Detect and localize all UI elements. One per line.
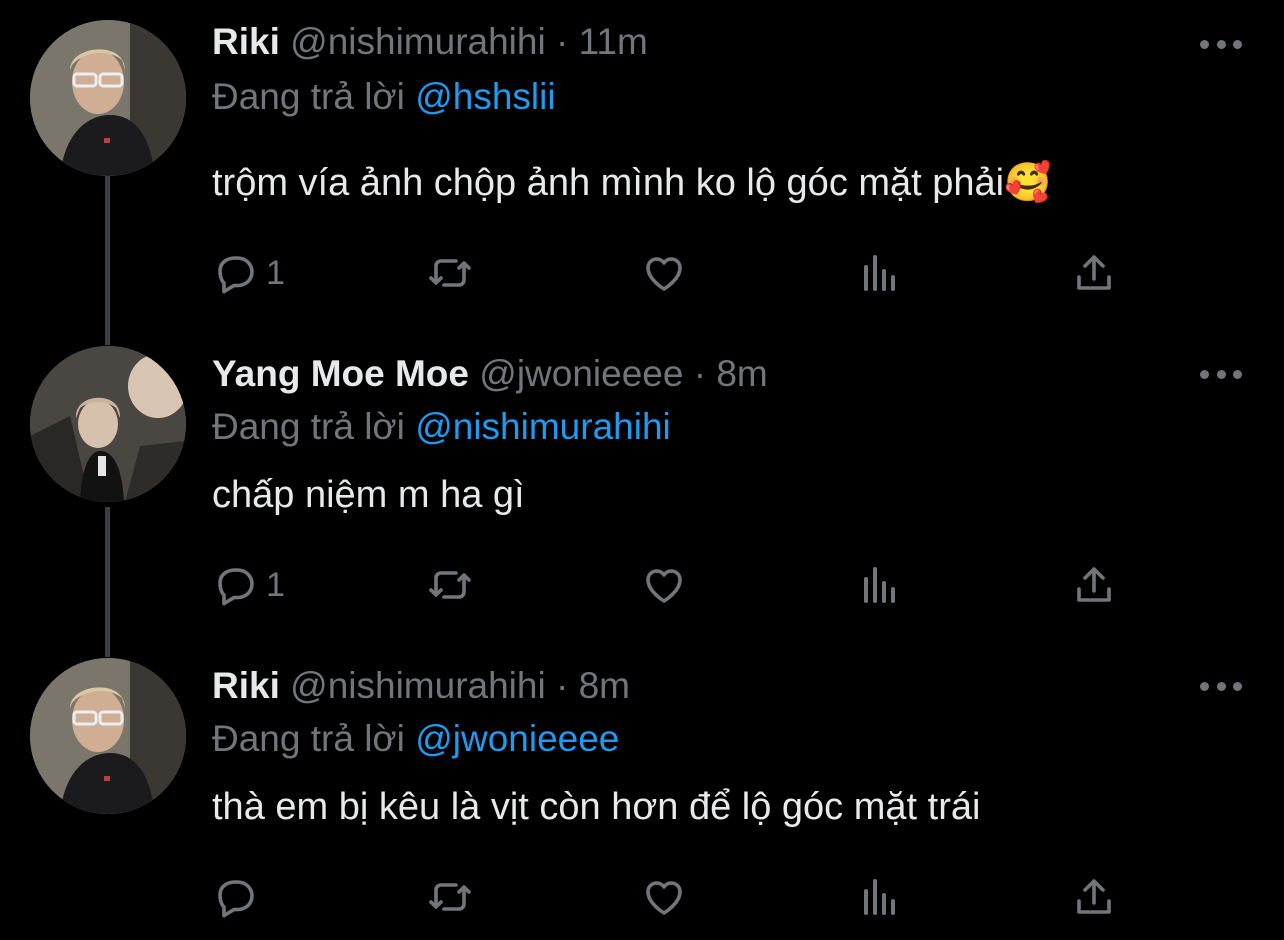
more-icon[interactable] (1200, 676, 1242, 696)
separator-dot: · (555, 665, 569, 706)
display-name[interactable]: Riki (212, 21, 280, 62)
avatar-image (30, 346, 186, 502)
views-icon (864, 879, 895, 915)
share-button[interactable] (1070, 560, 1118, 610)
reply-count: 1 (266, 565, 285, 604)
reply-prefix: Đang trả lời (212, 718, 405, 759)
user-handle[interactable]: @nishimurahihi (290, 665, 546, 706)
like-button[interactable] (640, 248, 688, 298)
retweet-icon (429, 883, 471, 911)
views-icon (864, 567, 895, 603)
retweet-icon (429, 259, 471, 287)
display-name[interactable]: Yang Moe Moe (212, 353, 469, 394)
reply-mention[interactable]: @jwonieeee (415, 718, 619, 759)
share-button[interactable] (1070, 248, 1118, 298)
reply-prefix: Đang trả lời (212, 76, 405, 117)
share-button[interactable] (1070, 872, 1118, 922)
tweet-text: chấp niệm m ha gì (212, 474, 525, 516)
replying-to: Đang trả lời @jwonieeee (212, 717, 619, 761)
tweet-text: trộm vía ảnh chộp ảnh mình ko lộ góc mặt… (212, 162, 1052, 204)
reply-count: 1 (266, 253, 285, 292)
tweet[interactable]: Riki @nishimurahihi · 11m Đang trả lời @… (0, 20, 1284, 320)
retweet-icon (429, 571, 471, 599)
more-icon[interactable] (1200, 364, 1242, 384)
share-icon (1077, 255, 1111, 290)
separator-dot: · (693, 353, 707, 394)
avatar-image (30, 658, 186, 814)
like-icon (646, 881, 682, 915)
replying-to: Đang trả lời @nishimurahihi (212, 405, 671, 449)
tweet[interactable]: Yang Moe Moe @jwonieeee · 8m Đang trả lờ… (0, 346, 1284, 650)
separator-dot: · (555, 21, 569, 62)
views-icon (864, 255, 895, 291)
like-button[interactable] (640, 872, 688, 922)
like-icon (646, 257, 682, 291)
views-button[interactable] (856, 872, 904, 922)
user-handle[interactable]: @jwonieeee (479, 353, 683, 394)
share-icon (1077, 879, 1111, 914)
like-button[interactable] (640, 560, 688, 610)
views-button[interactable] (856, 560, 904, 610)
avatar-image (30, 20, 186, 176)
share-icon (1077, 567, 1111, 602)
views-button[interactable] (856, 248, 904, 298)
reply-icon (218, 880, 254, 918)
avatar[interactable] (30, 20, 186, 176)
reply-button[interactable] (212, 872, 266, 922)
action-bar: 1 (212, 248, 1132, 298)
avatar[interactable] (30, 346, 186, 502)
user-handle[interactable]: @nishimurahihi (290, 21, 546, 62)
tweet-header: Riki @nishimurahihi · 8m (212, 664, 630, 708)
reply-button[interactable]: 1 (212, 560, 285, 610)
action-bar (212, 872, 1132, 922)
display-name[interactable]: Riki (212, 665, 280, 706)
reply-mention[interactable]: @hshslii (415, 76, 555, 117)
retweet-button[interactable] (426, 248, 474, 298)
reply-button[interactable]: 1 (212, 248, 285, 298)
more-icon[interactable] (1200, 34, 1242, 54)
like-icon (646, 569, 682, 603)
avatar[interactable] (30, 658, 186, 814)
retweet-button[interactable] (426, 560, 474, 610)
tweet-header: Riki @nishimurahihi · 11m (212, 20, 648, 64)
action-bar: 1 (212, 560, 1132, 610)
tweet[interactable]: Riki @nishimurahihi · 8m Đang trả lời @j… (0, 658, 1284, 940)
replying-to: Đang trả lời @hshslii (212, 75, 556, 119)
timestamp[interactable]: 8m (716, 353, 767, 394)
tweet-text: thà em bị kêu là vịt còn hơn để lộ góc m… (212, 786, 981, 828)
retweet-button[interactable] (426, 872, 474, 922)
tweet-header: Yang Moe Moe @jwonieeee · 8m (212, 352, 768, 396)
timestamp[interactable]: 11m (579, 21, 648, 62)
reply-mention[interactable]: @nishimurahihi (415, 406, 671, 447)
reply-prefix: Đang trả lời (212, 406, 405, 447)
timestamp[interactable]: 8m (579, 665, 630, 706)
reply-icon (218, 568, 254, 606)
reply-icon (218, 256, 254, 294)
